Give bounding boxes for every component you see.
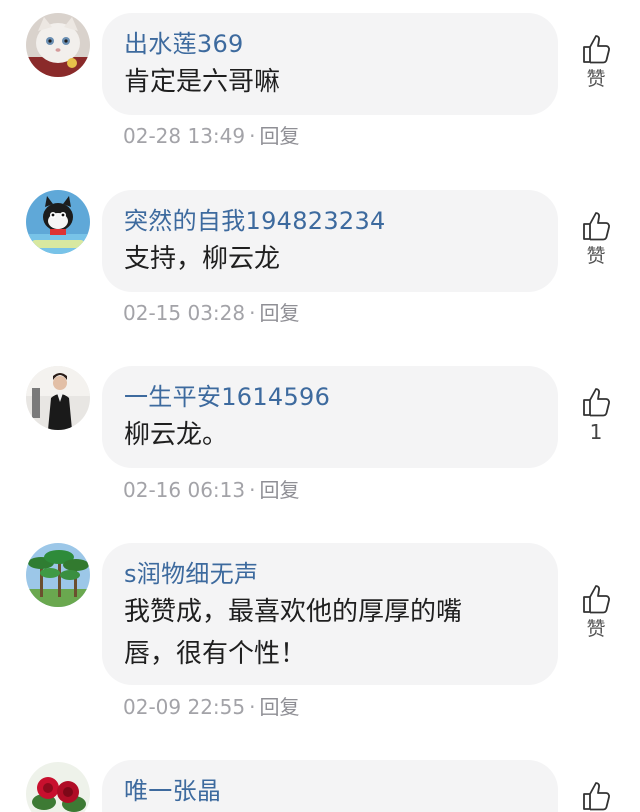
comment-text: 支持，柳云龙: [124, 244, 281, 274]
palm-trees-icon: [26, 543, 90, 607]
username[interactable]: 唯一张晶: [124, 776, 538, 806]
thumbs-up-icon: [583, 782, 610, 811]
avatar[interactable]: [26, 543, 90, 607]
thumbs-up-icon: [583, 212, 610, 241]
comment-meta: 02-28 13:49 · 回复: [123, 123, 299, 149]
comment-meta: 02-16 06:13 · 回复: [123, 477, 299, 503]
timestamp: 02-28 13:49: [123, 124, 246, 148]
meta-separator: ·: [249, 695, 256, 719]
comment-bubble[interactable]: 出水莲369 肯定是六哥嘛: [102, 13, 558, 115]
person-photo-icon: [26, 366, 90, 430]
username[interactable]: s润物细无声: [124, 559, 538, 589]
like-button[interactable]: 赞: [576, 583, 616, 641]
comment-text-line: 我赞成，最喜欢他的厚厚的嘴: [124, 597, 463, 627]
avatar[interactable]: [26, 190, 90, 254]
timestamp: 02-16 06:13: [123, 478, 246, 502]
reply-button[interactable]: 回复: [259, 124, 299, 148]
meta-separator: ·: [249, 478, 256, 502]
timestamp: 02-15 03:28: [123, 301, 246, 325]
comment-bubble[interactable]: 唯一张晶: [102, 760, 558, 812]
like-label: 赞: [586, 68, 606, 90]
roses-icon: [26, 762, 90, 812]
comment-bubble[interactable]: 突然的自我194823234 支持，柳云龙: [102, 190, 558, 292]
comment-meta: 02-09 22:55 · 回复: [123, 694, 299, 720]
avatar[interactable]: [26, 13, 90, 77]
like-count: 1: [589, 420, 603, 444]
reply-button[interactable]: 回复: [259, 478, 299, 502]
timestamp: 02-09 22:55: [123, 695, 246, 719]
meta-separator: ·: [249, 301, 256, 325]
comment-meta: 02-15 03:28 · 回复: [123, 300, 299, 326]
like-button[interactable]: [576, 780, 616, 812]
reply-button[interactable]: 回复: [259, 301, 299, 325]
like-label: 赞: [586, 245, 606, 267]
comment-text-line: 唇，很有个性！: [124, 639, 307, 669]
white-cat-icon: [26, 13, 90, 77]
thumbs-up-icon: [583, 35, 610, 64]
meta-separator: ·: [249, 124, 256, 148]
like-label: 赞: [586, 618, 606, 640]
username[interactable]: 突然的自我194823234: [124, 206, 538, 236]
avatar[interactable]: [26, 762, 90, 812]
like-button[interactable]: 1: [576, 386, 616, 444]
comment-text: 肯定是六哥嘛: [124, 67, 281, 97]
username[interactable]: 一生平安1614596: [124, 382, 538, 412]
like-button[interactable]: 赞: [576, 33, 616, 91]
like-button[interactable]: 赞: [576, 210, 616, 268]
username[interactable]: 出水莲369: [124, 29, 538, 59]
comment-text: 我赞成，最喜欢他的厚厚的嘴 唇，很有个性！: [124, 591, 538, 675]
comment-bubble[interactable]: 一生平安1614596 柳云龙。: [102, 366, 558, 468]
cartoon-cat-icon: [26, 190, 90, 254]
comment-bubble[interactable]: s润物细无声 我赞成，最喜欢他的厚厚的嘴 唇，很有个性！: [102, 543, 558, 685]
thumbs-up-icon: [583, 585, 610, 614]
thumbs-up-icon: [583, 388, 610, 417]
avatar[interactable]: [26, 366, 90, 430]
comment-text: 柳云龙。: [124, 420, 229, 450]
reply-button[interactable]: 回复: [259, 695, 299, 719]
